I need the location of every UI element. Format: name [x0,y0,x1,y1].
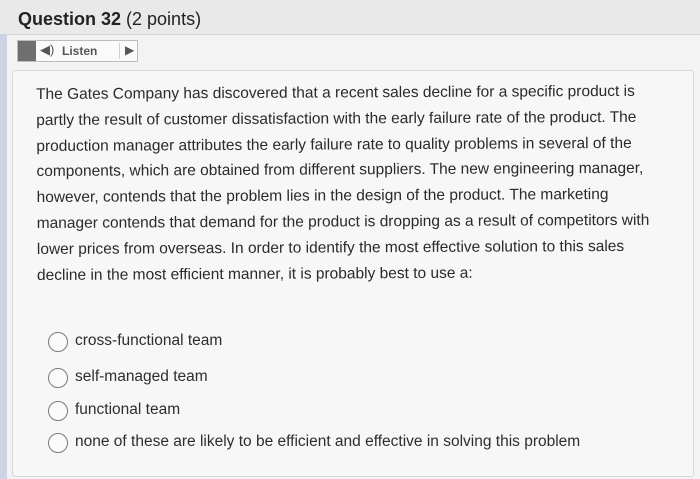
radio-button[interactable] [48,332,68,352]
question-points: (2 points) [121,9,202,29]
radio-button[interactable] [48,433,68,453]
radio-button[interactable] [48,401,68,421]
radio-button[interactable] [48,368,68,388]
left-accent-bar [0,34,7,479]
listen-divider [119,43,120,59]
option-label: none of these are likely to be efficient… [75,433,581,450]
speaker-icon: ◀) [40,42,55,57]
question-header: Question 32 (2 points) [0,0,700,35]
audio-player-box [18,41,36,61]
option-label: self-managed team [75,368,208,385]
question-title: Question 32 (2 points) [18,9,201,30]
question-text: The Gates Company has discovered that a … [36,82,650,284]
listen-label: Listen [62,44,98,58]
option-label: cross-functional team [75,332,223,349]
listen-button[interactable]: ◀) Listen ▶ [17,40,138,62]
option-label: functional team [75,401,181,418]
play-icon[interactable]: ▶ [125,43,134,57]
question-number: Question 32 [18,9,122,29]
